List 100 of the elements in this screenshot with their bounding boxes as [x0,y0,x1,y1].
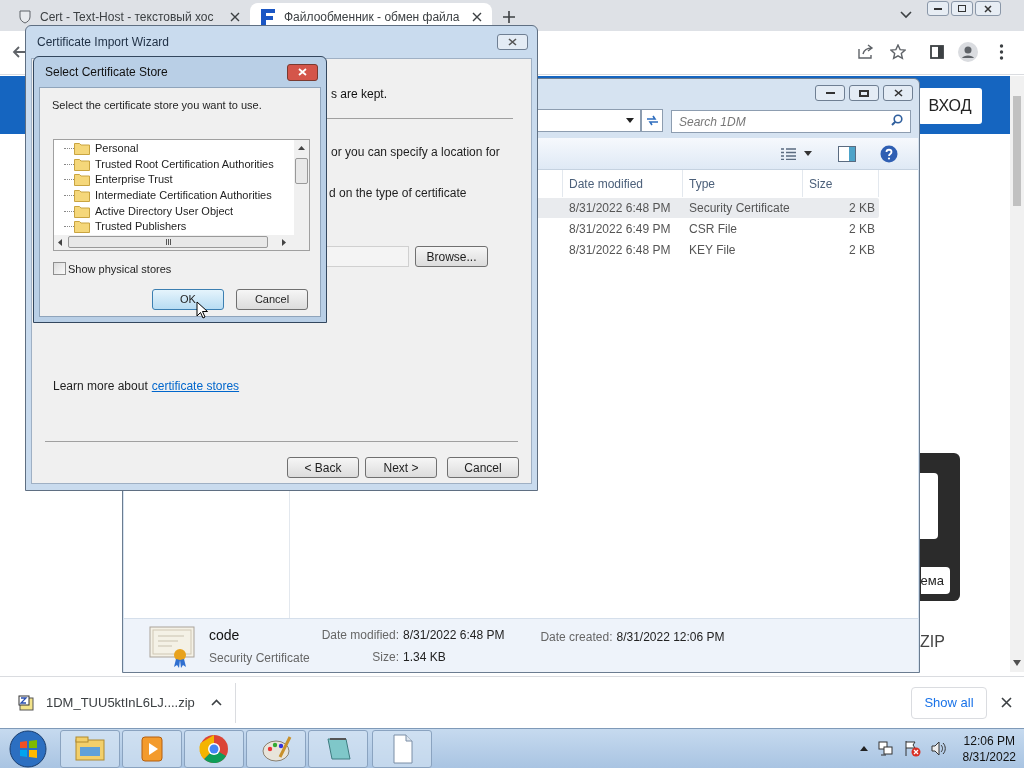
close-icon[interactable] [1001,697,1012,708]
share-icon[interactable] [858,44,874,59]
store-item[interactable]: Trusted Root Certification Authorities [95,157,274,171]
store-item[interactable]: Active Directory User Object [95,204,234,218]
minimize-button[interactable] [815,85,845,101]
clock-time: 12:06 PM [963,732,1015,749]
field-value: 8/31/2022 12:06 PM [616,629,725,646]
download-item[interactable]: 1DM_TUU5ktInL6LJ....zip [18,682,236,723]
scroll-thumb[interactable] [295,157,308,184]
back-arrow-icon[interactable] [12,45,26,59]
date-cell-text: 8/31/2022 6:48 PM [568,200,672,217]
zip-file-icon [18,694,34,711]
scroll-right-icon[interactable] [282,238,286,246]
letter-f-logo-icon [260,8,276,26]
folder-icon [74,157,90,171]
start-button-icon[interactable] [8,729,48,768]
show-hidden-icons-icon[interactable] [859,746,868,751]
close-icon[interactable] [984,4,992,13]
preview-pane-icon[interactable] [838,145,856,162]
menu-icon[interactable] [999,44,1004,60]
maximize-button[interactable] [849,85,879,101]
tab-title: Файлообменник - обмен файла [284,9,461,26]
taskbar-button[interactable] [184,729,244,768]
help-icon[interactable] [880,144,898,163]
window-title: Certificate Import Wizard [37,34,170,51]
taskbar-button[interactable] [372,729,432,768]
mouse-cursor-icon [196,301,208,319]
browse-button[interactable]: Browse... [415,246,488,267]
certificate-icon [149,623,195,668]
search-field[interactable]: Search 1DM [671,110,911,133]
caret-up-icon[interactable] [210,699,222,706]
type-cell-text: CSR File [688,221,738,238]
star-icon[interactable] [890,44,906,60]
download-filename: 1DM_TUU5ktInL6LJ....zip [46,693,195,712]
dialog-title: Select Certificate Store [45,64,168,81]
store-item[interactable]: Trusted Publishers [95,220,187,234]
dialog-button[interactable]: Cancel [236,289,308,310]
close-button[interactable] [883,85,913,101]
partial-button[interactable]: ема [921,567,950,594]
field-label: Date created: [540,629,613,646]
description-text: or you can specify a location for [331,144,501,161]
dropdown-caret-icon[interactable] [626,117,634,123]
tab-title: Cert - Text-Host - текстовый хос [40,9,215,26]
close-icon[interactable] [893,89,903,97]
wizard-button[interactable]: < Back [287,457,359,478]
search-icon[interactable] [891,113,903,126]
refresh-icon[interactable] [645,114,659,126]
checkbox-label[interactable]: Show physical stores [68,260,172,277]
folder-icon [74,204,90,218]
store-item[interactable]: Personal [95,141,139,155]
type-cell-text: Security Certificate [688,200,791,217]
flag-error-icon[interactable] [903,740,921,757]
taskbar-button[interactable] [308,729,368,768]
login-button[interactable]: ВХОД [918,88,982,124]
column-header[interactable]: Size [803,170,879,197]
clock[interactable]: 12:06 PM 8/31/2022 [962,732,1016,765]
close-button[interactable] [497,34,528,50]
network-icon[interactable] [877,740,894,757]
date-cell-text: 8/31/2022 6:48 PM [568,242,672,259]
certificate-stores-link[interactable]: certificate stores [151,377,240,395]
dialog-button[interactable]: OK [152,289,224,310]
help-text: Learn more about [53,378,148,395]
store-item[interactable]: Intermediate Certification Authorities [95,188,272,202]
profile-avatar-icon[interactable] [958,42,978,62]
view-list-icon[interactable] [781,147,796,160]
scroll-thumb[interactable] [68,236,268,248]
field-label: Date modified: [320,626,399,644]
taskbar-button[interactable] [122,729,182,768]
scroll-left-icon[interactable] [58,238,62,246]
close-icon[interactable] [472,12,482,22]
close-button[interactable] [975,1,1001,16]
new-tab-icon[interactable] [502,10,516,24]
minimize-button[interactable] [927,1,949,16]
column-header[interactable]: Type [683,170,803,197]
close-icon[interactable] [230,12,240,22]
dropdown-caret-icon[interactable] [804,151,812,156]
folder-icon [74,188,90,202]
file-name: code [209,625,241,645]
column-header[interactable]: Date modified [563,170,683,197]
close-button[interactable] [287,63,318,81]
scroll-up-icon[interactable] [298,145,305,150]
header-text: s are kept. [331,86,389,103]
tab-list-caret-icon[interactable] [900,11,912,19]
side-panel-icon[interactable] [930,45,944,59]
browser-tab[interactable]: Cert - Text-Host - текстовый хос [8,3,250,31]
wizard-button[interactable]: Next > [365,457,437,478]
refresh-button[interactable] [641,108,663,132]
restore-button[interactable] [951,1,973,16]
checkbox[interactable] [53,262,66,276]
store-item[interactable]: Enterprise Trust [95,173,173,187]
type-cell-text: KEY File [688,242,737,259]
field-label: Size: [371,648,399,666]
close-icon[interactable] [508,38,517,46]
field-value: 1.34 KB [403,648,447,666]
show-all-button[interactable]: Show all [911,686,987,719]
scroll-down-icon[interactable] [1013,660,1021,666]
volume-icon[interactable] [930,741,947,756]
shield-icon [18,10,32,24]
taskbar-button[interactable] [246,729,306,768]
wizard-button[interactable]: Cancel [447,457,519,478]
